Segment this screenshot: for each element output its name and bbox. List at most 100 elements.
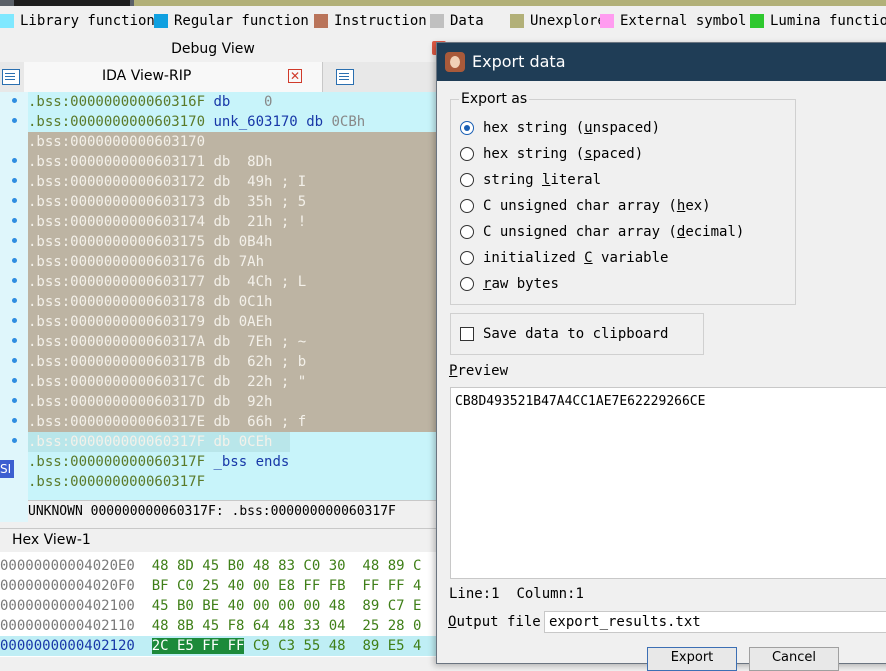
save-to-clipboard-checkbox[interactable]: Save data to clipboard — [460, 323, 668, 345]
legend-swatch — [600, 14, 614, 28]
disasm-line[interactable]: .bss:0000000000603178 db 0C1h — [28, 292, 440, 312]
disasm-line[interactable]: .bss:000000000060317D db 92h — [28, 392, 440, 412]
breakpoint-dot[interactable] — [12, 98, 17, 103]
export-option[interactable]: initialized C variable — [460, 247, 668, 269]
disasm-line[interactable]: .bss:000000000060317A db 7Eh ; ~ — [28, 332, 440, 352]
radio-button[interactable] — [460, 225, 474, 239]
radio-button[interactable] — [460, 173, 474, 187]
line-value: 49h — [247, 174, 273, 190]
export-option-label: C unsigned char array (hex) — [483, 198, 711, 214]
radio-button[interactable] — [460, 121, 474, 135]
disasm-line[interactable]: .bss:0000000000603177 db 4Ch ; L — [28, 272, 440, 292]
preview-textarea[interactable]: CB8D493521B47A4CC1AE7E62229266CE — [450, 387, 886, 579]
line-keyword: db — [306, 114, 324, 130]
disasm-line[interactable]: .bss:0000000000603176 db 7Ah — [28, 252, 440, 272]
hex-view-tab-icon[interactable] — [336, 69, 354, 85]
breakpoint-dot[interactable] — [12, 158, 17, 163]
breakpoint-dot[interactable] — [12, 398, 17, 403]
disasm-line[interactable]: .bss:000000000060316F db 0 — [28, 92, 272, 112]
option-text: aw bytes — [491, 276, 559, 292]
legend-item: Instruction — [314, 12, 427, 30]
breakpoint-dot[interactable] — [12, 418, 17, 423]
hex-address: 0000000000402110 — [0, 618, 135, 634]
line-comment: ; 5 — [280, 194, 307, 210]
option-text: paced) — [592, 146, 644, 162]
breakpoint-dot[interactable] — [12, 318, 17, 323]
tab-close-icon[interactable]: ✕ — [288, 69, 302, 83]
ida-tab-row: IDA View-RIP ✕ — [0, 62, 440, 93]
radio-button[interactable] — [460, 199, 474, 213]
disasm-line[interactable]: .bss:000000000060317C db 22h ; " — [28, 372, 440, 392]
line-keyword: db — [213, 174, 231, 190]
disasm-line[interactable]: .bss:000000000060317F — [28, 472, 205, 492]
disasm-line[interactable]: .bss:000000000060317F db 0CEh — [28, 432, 290, 452]
tab-ida-view-label: IDA View-RIP — [102, 68, 192, 84]
breakpoint-dot[interactable] — [12, 438, 17, 443]
disasm-line[interactable]: .bss:000000000060317B db 62h ; b — [28, 352, 440, 372]
disasm-line[interactable]: .bss:000000000060317F _bss ends — [28, 452, 289, 472]
disassembly-listing[interactable]: .bss:000000000060316F db 0 .bss:000000000… — [28, 92, 440, 500]
hex-row[interactable]: 00000000004020E0 48 8D 45 B0 48 83 C0 30… — [0, 556, 421, 576]
register-pointer-tag[interactable]: SI — [0, 460, 14, 478]
export-button[interactable]: Export — [647, 647, 737, 671]
hex-row[interactable]: 0000000000402100 45 B0 BE 40 00 00 00 48… — [0, 596, 421, 616]
breakpoint-dot[interactable] — [12, 218, 17, 223]
dialog-titlebar[interactable]: Export data — [437, 43, 886, 81]
tab-ida-view-rip[interactable]: IDA View-RIP ✕ — [24, 62, 323, 92]
breakpoint-dot[interactable] — [12, 378, 17, 383]
preview-label: Preview — [449, 363, 508, 379]
hex-row[interactable]: 0000000000402110 48 8B 45 F8 64 48 33 04… — [0, 616, 421, 636]
export-option[interactable]: raw bytes — [460, 273, 559, 295]
disasm-line[interactable]: .bss:0000000000603170 unk_603170 db 0CBh — [28, 112, 365, 132]
export-data-dialog: Export data Export as hex string (unspac… — [436, 42, 886, 671]
export-option[interactable]: hex string (unspaced) — [460, 117, 660, 139]
cursor-position: Line:1 Column:1 — [449, 586, 584, 602]
breakpoint-dot[interactable] — [12, 358, 17, 363]
hex-view-body[interactable]: 00000000004020E0 48 8D 45 B0 48 83 C0 30… — [0, 552, 440, 657]
cancel-button[interactable]: Cancel — [749, 647, 839, 671]
disassembly-gutter[interactable]: SI — [0, 92, 28, 522]
disasm-line[interactable]: .bss:0000000000603171 db 8Dh — [28, 152, 440, 172]
disasm-line[interactable]: .bss:0000000000603172 db 49h ; I — [28, 172, 440, 192]
radio-button[interactable] — [460, 251, 474, 265]
hex-row[interactable]: 00000000004020F0 BF C0 25 40 00 E8 FF FB… — [0, 576, 421, 596]
disasm-line[interactable]: .bss:0000000000603173 db 35h ; 5 — [28, 192, 440, 212]
line-comment: ; L — [280, 274, 307, 290]
line-value: 66h — [247, 414, 273, 430]
breakpoint-dot[interactable] — [12, 338, 17, 343]
line-value: 8Dh — [247, 154, 273, 170]
line-address: .bss:000000000060316F — [28, 94, 206, 110]
disasm-line[interactable]: .bss:0000000000603179 db 0AEh — [28, 312, 440, 332]
legend-swatch — [154, 14, 168, 28]
checkbox-box[interactable] — [460, 327, 474, 341]
color-legend: Library function Regular function Instruct… — [0, 6, 886, 36]
line-value: 0CBh — [331, 114, 366, 130]
hex-row[interactable]: 0000000000402120 2C E5 FF FF C9 C3 55 48… — [0, 636, 440, 656]
breakpoint-dot[interactable] — [12, 118, 17, 123]
export-option[interactable]: C unsigned char array (hex) — [460, 195, 711, 217]
breakpoint-dot[interactable] — [12, 258, 17, 263]
disasm-line[interactable]: .bss:0000000000603175 db 0B4h — [28, 232, 440, 252]
line-keyword: db — [213, 194, 231, 210]
breakpoint-dot[interactable] — [12, 278, 17, 283]
breakpoint-dot[interactable] — [12, 198, 17, 203]
line-address: .bss:0000000000603179 — [28, 314, 206, 330]
hex-view-title: Hex View-1 — [12, 532, 91, 548]
breakpoint-dot[interactable] — [12, 298, 17, 303]
export-option[interactable]: string literal — [460, 169, 601, 191]
preview-text: CB8D493521B47A4CC1AE7E62229266CE — [455, 394, 706, 409]
ida-view-icon[interactable] — [2, 69, 20, 85]
breakpoint-dot[interactable] — [12, 178, 17, 183]
radio-button[interactable] — [460, 277, 474, 291]
output-file-input[interactable] — [544, 611, 886, 633]
disasm-line[interactable]: .bss:0000000000603174 db 21h ; ! — [28, 212, 440, 232]
export-option[interactable]: C unsigned char array (decimal) — [460, 221, 744, 243]
breakpoint-dot[interactable] — [12, 238, 17, 243]
line-address: .bss:0000000000603177 — [28, 274, 206, 290]
disasm-line[interactable]: .bss:0000000000603170 — [28, 132, 440, 152]
legend-label: Library function — [20, 13, 155, 29]
radio-button[interactable] — [460, 147, 474, 161]
disasm-line[interactable]: .bss:000000000060317E db 66h ; f — [28, 412, 440, 432]
export-option[interactable]: hex string (spaced) — [460, 143, 643, 165]
line-address: .bss:000000000060317A — [28, 334, 206, 350]
